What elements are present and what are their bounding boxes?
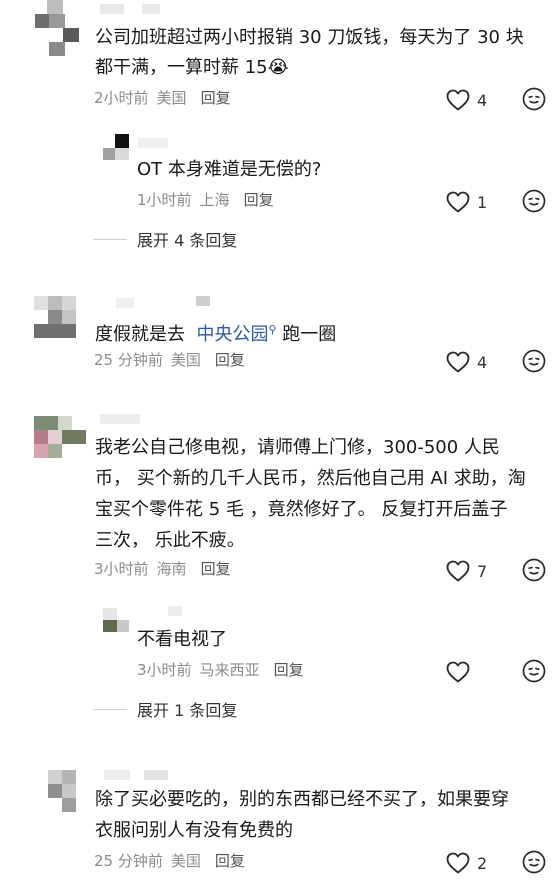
- like-count: 2: [477, 853, 488, 873]
- comment-text-line: 除了买必要吃的，别的东西都已经不买了，如果要穿: [95, 789, 509, 810]
- heart-outline-icon: [446, 560, 470, 582]
- location-link[interactable]: 中央公园⚲: [196, 323, 277, 345]
- face-smile-icon[interactable]: [522, 189, 546, 213]
- username-redacted[interactable]: [144, 770, 168, 780]
- like-count: 1: [477, 192, 488, 212]
- face-smile-icon[interactable]: [522, 659, 546, 683]
- reply-button[interactable]: 回复: [215, 852, 245, 870]
- comment-text-line: 衣服问别人有没有免费的: [95, 820, 293, 841]
- reply-text: OT 本身难道是无偿的?: [137, 159, 322, 180]
- reply-time: 1小时前: [137, 191, 192, 209]
- divider-line: [93, 708, 127, 710]
- comment-text: 度假就是去 中央公园⚲ 跑一圈: [95, 323, 337, 345]
- reply-avatar[interactable]: [103, 134, 129, 160]
- face-smile-icon[interactable]: [522, 349, 546, 373]
- comment-3: 我老公自己修电视，请师傅上门修，300-500 人民 币， 买个新的几千人民币，…: [0, 412, 556, 732]
- comment-location: 美国: [156, 89, 187, 107]
- like-count: 7: [477, 561, 488, 581]
- reply-meta: 1小时前 上海 回复: [137, 189, 282, 211]
- comment-location: 美国: [170, 351, 201, 369]
- username-redacted[interactable]: [168, 606, 182, 616]
- expand-replies-label: 展开 1 条回复: [137, 701, 238, 720]
- comment-text-line: 三次， 乐此不疲。: [95, 530, 245, 551]
- expand-replies-button[interactable]: 展开 1 条回复: [93, 697, 237, 721]
- reply-button[interactable]: 回复: [244, 191, 274, 209]
- reply-button[interactable]: 回复: [215, 351, 245, 369]
- username-redacted[interactable]: [100, 4, 124, 14]
- comment-location: 海南: [156, 560, 187, 578]
- comment-text-line: 公司加班超过两小时报销 30 刀饭钱，每天为了 30 块: [95, 27, 524, 48]
- reply-location: 上海: [199, 191, 230, 209]
- comment-text-line: 我老公自己修电视，请师傅上门修，300-500 人民: [95, 437, 500, 458]
- like-count: 4: [477, 352, 488, 372]
- face-smile-icon[interactable]: [522, 87, 546, 111]
- like-button[interactable]: 1: [446, 189, 489, 215]
- like-count: 4: [477, 90, 488, 110]
- comment-meta: 25 分钟前 美国 回复: [94, 349, 253, 371]
- username-redacted[interactable]: [196, 296, 210, 306]
- comment-2: 度假就是去 中央公园⚲ 跑一圈 25 分钟前 美国 回复 4: [0, 294, 556, 394]
- search-icon: ⚲: [268, 323, 277, 336]
- username-redacted[interactable]: [116, 298, 134, 308]
- comment-time: 25 分钟前: [94, 852, 163, 870]
- like-button[interactable]: 7: [446, 558, 489, 584]
- comment-meta: 2小时前 美国 回复: [94, 87, 239, 109]
- comment-4: 除了买必要吃的，别的东西都已经不买了，如果要穿 衣服问别人有没有免费的 25 分…: [0, 766, 556, 880]
- avatar[interactable]: [34, 416, 86, 460]
- divider-line: [93, 238, 127, 240]
- reply-meta: 3小时前 马来西亚 回复: [137, 659, 312, 681]
- face-smile-icon[interactable]: [522, 558, 546, 582]
- comment-meta: 25 分钟前 美国 回复: [94, 850, 253, 872]
- reply-button[interactable]: 回复: [201, 560, 231, 578]
- like-button[interactable]: 4: [446, 349, 489, 375]
- heart-outline-icon: [446, 351, 470, 373]
- comment-time: 3小时前: [94, 560, 149, 578]
- heart-outline-icon: [446, 661, 470, 683]
- comment-text-line: 都干满，一算时薪 15😭: [95, 57, 289, 78]
- face-smile-icon[interactable]: [522, 850, 546, 874]
- reply-button[interactable]: 回复: [201, 89, 231, 107]
- username-redacted[interactable]: [142, 4, 160, 14]
- reply-avatar[interactable]: [103, 608, 129, 634]
- reply-location: 马来西亚: [199, 661, 260, 679]
- avatar[interactable]: [34, 296, 76, 338]
- username-redacted[interactable]: [138, 138, 168, 148]
- username-redacted[interactable]: [100, 414, 140, 424]
- heart-outline-icon: [446, 191, 470, 213]
- avatar[interactable]: [35, 0, 79, 58]
- comment-location: 美国: [170, 852, 201, 870]
- comment-meta: 3小时前 海南 回复: [94, 558, 239, 580]
- comment-text-line: 宝买个零件花 5 毛 ，竟然修好了。 反复打开后盖子: [95, 499, 508, 520]
- reply-button[interactable]: 回复: [274, 661, 304, 679]
- comment-1: 公司加班超过两小时报销 30 刀饭钱，每天为了 30 块 都干满，一算时薪 15…: [0, 0, 556, 280]
- avatar[interactable]: [48, 770, 76, 814]
- expand-replies-button[interactable]: 展开 4 条回复: [93, 227, 237, 251]
- like-button[interactable]: 2: [446, 850, 489, 876]
- like-button[interactable]: 4: [446, 87, 489, 113]
- comment-time: 25 分钟前: [94, 351, 163, 369]
- like-button[interactable]: [446, 659, 489, 685]
- comment-time: 2小时前: [94, 89, 149, 107]
- comment-text-line: 币， 买个新的几千人民币，然后他自己用 AI 求助，淘: [95, 468, 526, 489]
- reply-text: 不看电视了: [137, 629, 227, 650]
- heart-outline-icon: [446, 89, 470, 111]
- username-redacted[interactable]: [104, 770, 130, 780]
- crying-emoji-icon: 😭: [267, 57, 289, 78]
- reply-time: 3小时前: [137, 661, 192, 679]
- heart-outline-icon: [446, 852, 470, 874]
- expand-replies-label: 展开 4 条回复: [137, 231, 238, 250]
